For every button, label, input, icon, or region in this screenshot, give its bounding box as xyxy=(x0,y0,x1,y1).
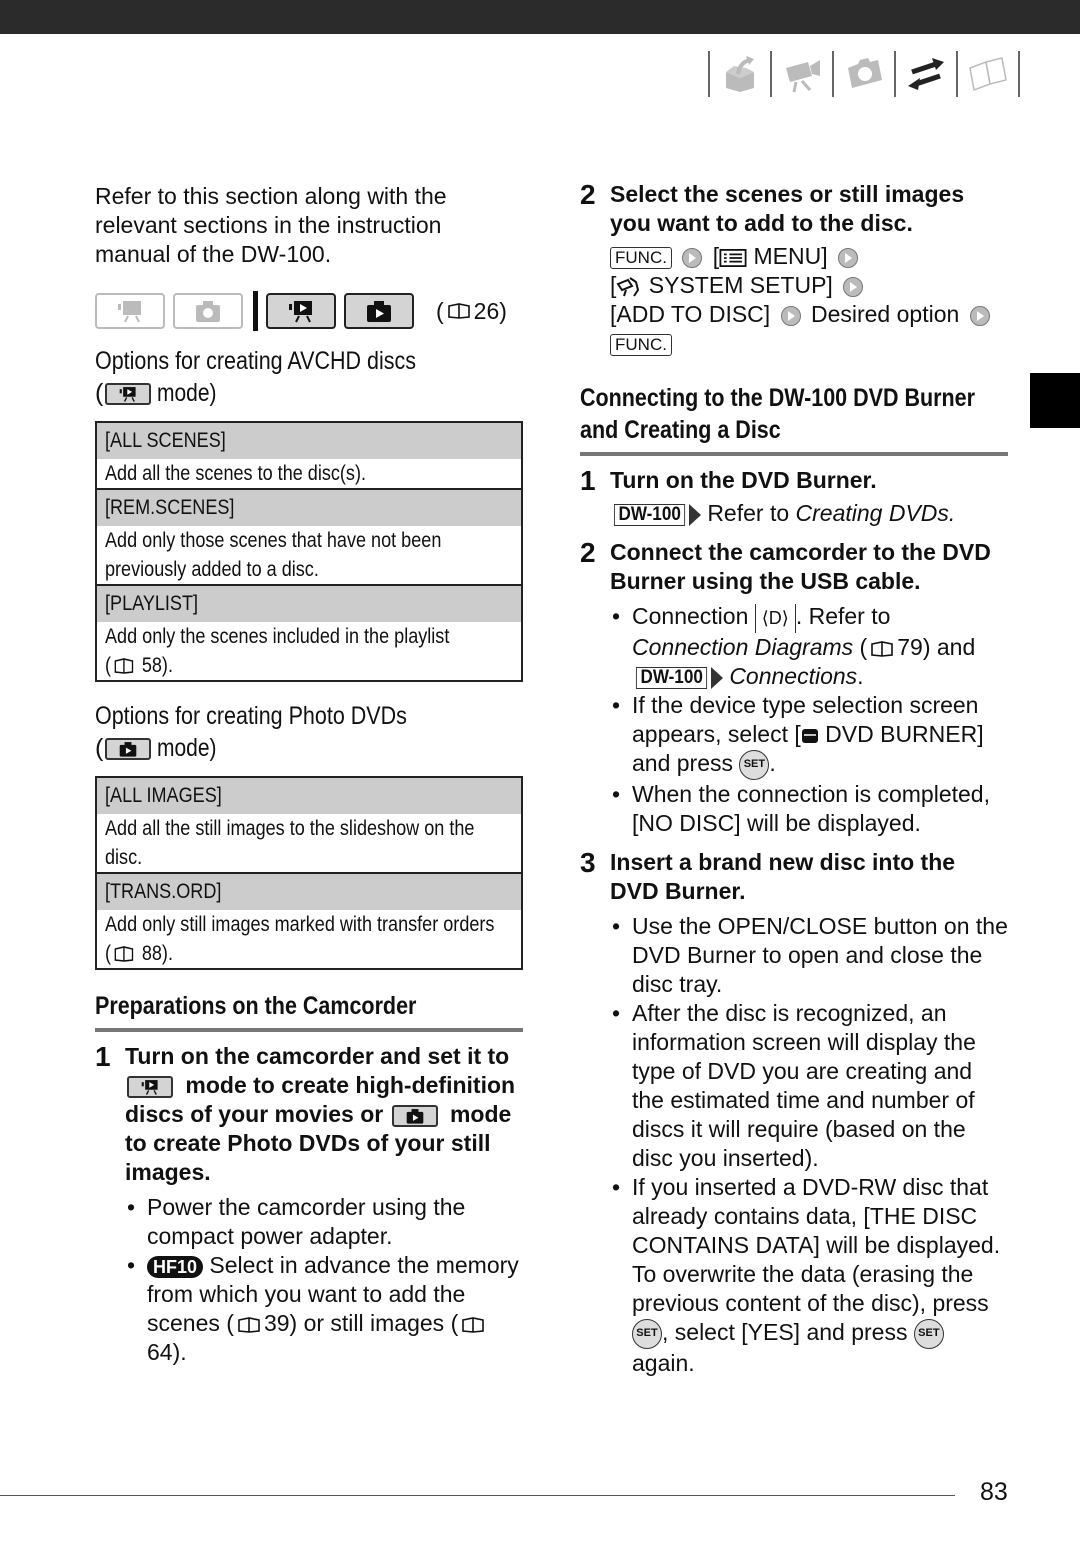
connect-step-2: 2 Connect the camcorder to the DVD Burne… xyxy=(580,538,1008,838)
book-ref-icon xyxy=(871,641,894,657)
option-desc-row: Add only still images marked with transf… xyxy=(96,910,522,969)
right-column: 2 Select the scenes or still images you … xyxy=(580,178,1008,1378)
chapter-thumb-tab xyxy=(1030,373,1080,428)
bullet-item: HF10 Select in advance the memory from w… xyxy=(125,1251,523,1367)
menu-icon xyxy=(719,248,747,267)
bullet-item: When the connection is completed, [NO DI… xyxy=(610,780,1008,838)
photo-options-table: [ALL IMAGES] Add all the still images to… xyxy=(95,776,523,970)
option-desc-row: Add all the still images to the slidesho… xyxy=(96,814,522,874)
option-row: [ALL SCENES] xyxy=(96,422,522,459)
box-arrow-icon[interactable] xyxy=(716,51,764,97)
book-ref-icon xyxy=(114,946,134,963)
next-arrow-icon xyxy=(838,247,859,268)
movie-record-mode-icon xyxy=(95,293,165,329)
mode-bar: (26) xyxy=(95,291,523,331)
set-button-icon: SET xyxy=(632,1318,662,1349)
prep-step-1: 1 Turn on the camcorder and set it to mo… xyxy=(95,1042,523,1367)
photo-playback-mode-icon xyxy=(344,293,414,329)
nav-separator xyxy=(894,51,896,97)
connect-step-1: 1 Turn on the DVD Burner. DW-100 Refer to… xyxy=(580,465,956,526)
movie-playback-mode-icon xyxy=(127,1075,173,1098)
movie-camera-icon[interactable] xyxy=(778,51,826,97)
func-key: FUNC. xyxy=(610,246,672,269)
hf10-badge: HF10 xyxy=(147,1255,204,1278)
movie-playback-mode-icon xyxy=(266,293,336,329)
nav-separator xyxy=(770,51,772,97)
page-number: 83 xyxy=(980,1478,1008,1506)
bullet-item: If the device type selection screen appe… xyxy=(610,691,1008,780)
book-ref-icon xyxy=(447,303,470,319)
left-column: Refer to this section along with the rel… xyxy=(95,178,523,1367)
book-ref-icon xyxy=(238,1317,260,1333)
page-ref-number: 26 xyxy=(473,297,500,324)
dvd-burner-icon xyxy=(801,728,818,743)
photo-record-mode-icon xyxy=(173,293,243,329)
bullet-item: Power the camcorder using the compact po… xyxy=(125,1193,523,1251)
movie-playback-mode-icon xyxy=(105,383,152,406)
option-desc-row: Add all the scenes to the disc(s). xyxy=(96,459,522,490)
prep-step-1-bullets: Power the camcorder using the compact po… xyxy=(125,1193,523,1367)
connecting-heading: Connecting to the DW-100 DVD Burner and … xyxy=(580,382,1008,456)
book-icon[interactable] xyxy=(964,51,1012,97)
photo-playback-mode-icon xyxy=(105,738,152,761)
preparations-heading: Preparations on the Camcorder xyxy=(95,990,523,1032)
dw100-tag: DW-100 xyxy=(610,503,702,526)
bullet-item: Connection ⟨D⟩. Refer to Connection Diag… xyxy=(610,602,1008,691)
bullet-item: After the disc is recognized, an informa… xyxy=(610,999,1008,1173)
nav-separator xyxy=(1018,51,1020,97)
book-ref-icon xyxy=(462,1317,485,1333)
dw100-tag: DW-100 xyxy=(632,666,724,689)
menu-path: FUNC. [ MENU] [ SYSTEM SETUP] [ADD TO DI… xyxy=(610,242,1008,358)
set-button-icon: SET xyxy=(913,1318,944,1349)
select-step-2: 2 Select the scenes or still images you … xyxy=(580,180,1008,358)
option-desc-row: Add only those scenes that have not been… xyxy=(96,526,522,586)
next-arrow-icon xyxy=(969,305,990,326)
avchd-heading: Options for creating AVCHD discs (mode) xyxy=(95,347,417,407)
set-button-icon: SET xyxy=(739,749,770,780)
option-desc-row: Add only the scenes included in the play… xyxy=(96,622,522,681)
intro-text: Refer to this section along with the rel… xyxy=(95,183,447,267)
option-row: [REM.SCENES] xyxy=(96,489,522,526)
avchd-options-table: [ALL SCENES] Add all the scenes to the d… xyxy=(95,421,523,682)
bullet-item: If you inserted a DVD-RW disc that alrea… xyxy=(610,1173,1008,1378)
connect-step-3: 3 Insert a brand new disc into the DVD B… xyxy=(580,848,1008,1378)
next-arrow-icon xyxy=(843,276,864,297)
footer-rule xyxy=(0,1495,955,1496)
nav-separator xyxy=(708,51,710,97)
camera-icon[interactable] xyxy=(840,51,888,97)
option-row: [ALL IMAGES] xyxy=(96,777,522,814)
nav-separator xyxy=(832,51,834,97)
nav-separator xyxy=(956,51,958,97)
option-row: [PLAYLIST] xyxy=(96,585,522,622)
next-arrow-icon xyxy=(682,247,703,268)
system-setup-icon xyxy=(616,277,640,297)
next-arrow-icon xyxy=(780,305,801,326)
top-bar xyxy=(0,0,1080,34)
connection-d-icon: ⟨D⟩ xyxy=(754,604,796,633)
page-reference: (26) xyxy=(436,297,507,324)
photo-playback-mode-icon xyxy=(391,1104,438,1127)
func-key: FUNC. xyxy=(610,333,672,356)
step-title: Turn on the camcorder and set it to mode… xyxy=(125,1043,516,1185)
mode-divider xyxy=(253,291,258,331)
book-ref-icon xyxy=(114,658,134,675)
option-row: [TRANS.ORD] xyxy=(96,873,522,910)
chapter-nav xyxy=(702,50,1026,98)
transfer-arrows-icon[interactable] xyxy=(902,51,950,97)
photo-heading: Options for creating Photo DVDs (mode) xyxy=(95,702,407,762)
bullet-item: Use the OPEN/CLOSE button on the DVD Bur… xyxy=(610,912,1008,999)
